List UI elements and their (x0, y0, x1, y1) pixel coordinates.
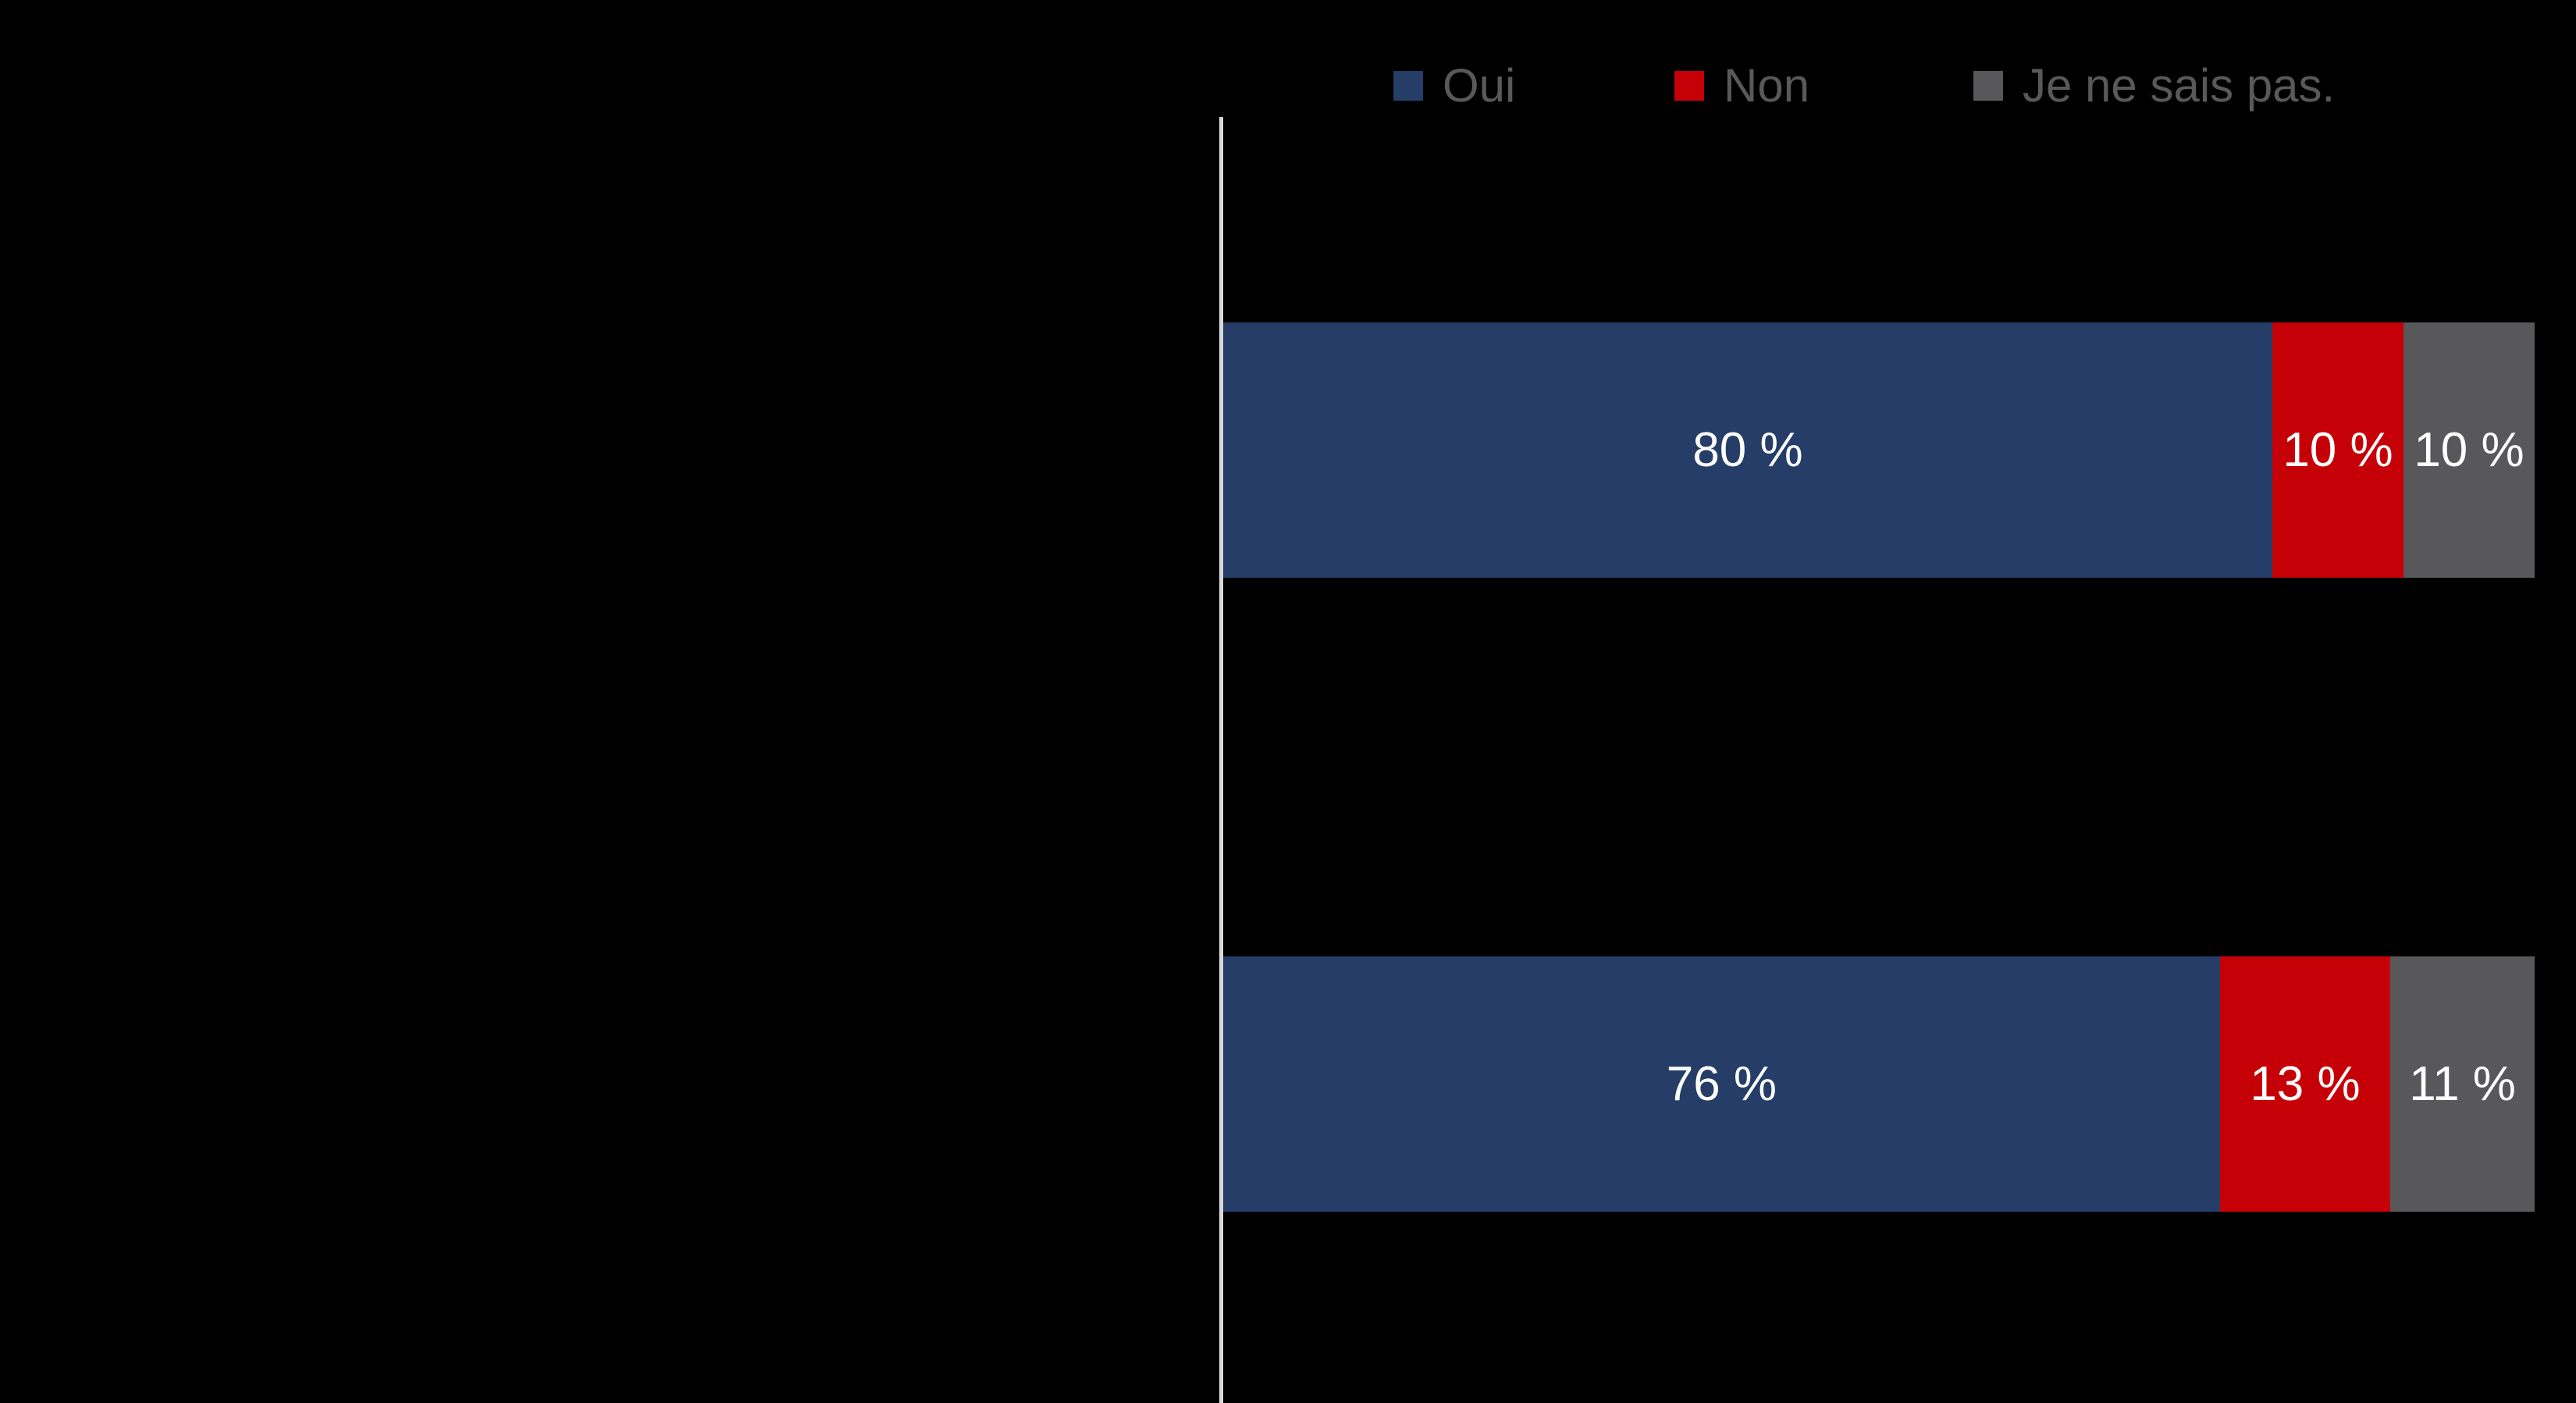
bar-segment-oui[interactable]: 76 % (1223, 956, 2220, 1212)
table-row: 76 % 13 % 11 % (1223, 956, 2535, 1212)
square-marker-icon (1973, 71, 2003, 101)
square-marker-icon (1393, 71, 1423, 101)
bar-segment-label: 80 % (1692, 422, 1803, 477)
bar-segment-je-ne-sais-pas[interactable]: 10 % (2403, 322, 2535, 578)
legend-item-label: Non (1724, 59, 1810, 112)
legend-item-non[interactable]: Non (1674, 55, 1809, 117)
bar-segment-label: 13 % (2250, 1056, 2361, 1111)
bar-segment-je-ne-sais-pas[interactable]: 11 % (2390, 956, 2535, 1212)
bar-segment-label: 10 % (2282, 422, 2393, 477)
bar-segment-label: 11 % (2409, 1056, 2516, 1111)
bar-segment-oui[interactable]: 80 % (1223, 322, 2272, 578)
bar-segment-label: 10 % (2414, 422, 2524, 477)
chart-canvas: Oui Non Je ne sais pas. 80 % 10 % 10 % 7… (0, 0, 2576, 1403)
square-marker-icon (1674, 71, 1704, 101)
bar-segment-non[interactable]: 10 % (2272, 322, 2403, 578)
bar-segment-label: 76 % (1666, 1056, 1777, 1111)
legend-item-oui[interactable]: Oui (1393, 55, 1515, 117)
table-row: 80 % 10 % 10 % (1223, 322, 2535, 578)
legend-item-label: Oui (1443, 59, 1516, 112)
legend-item-label: Je ne sais pas. (2023, 59, 2336, 112)
legend-item-je-ne-sais-pas[interactable]: Je ne sais pas. (1973, 55, 2335, 117)
bar-segment-non[interactable]: 13 % (2219, 956, 2391, 1212)
chart-legend: Oui Non Je ne sais pas. (1382, 55, 2475, 117)
